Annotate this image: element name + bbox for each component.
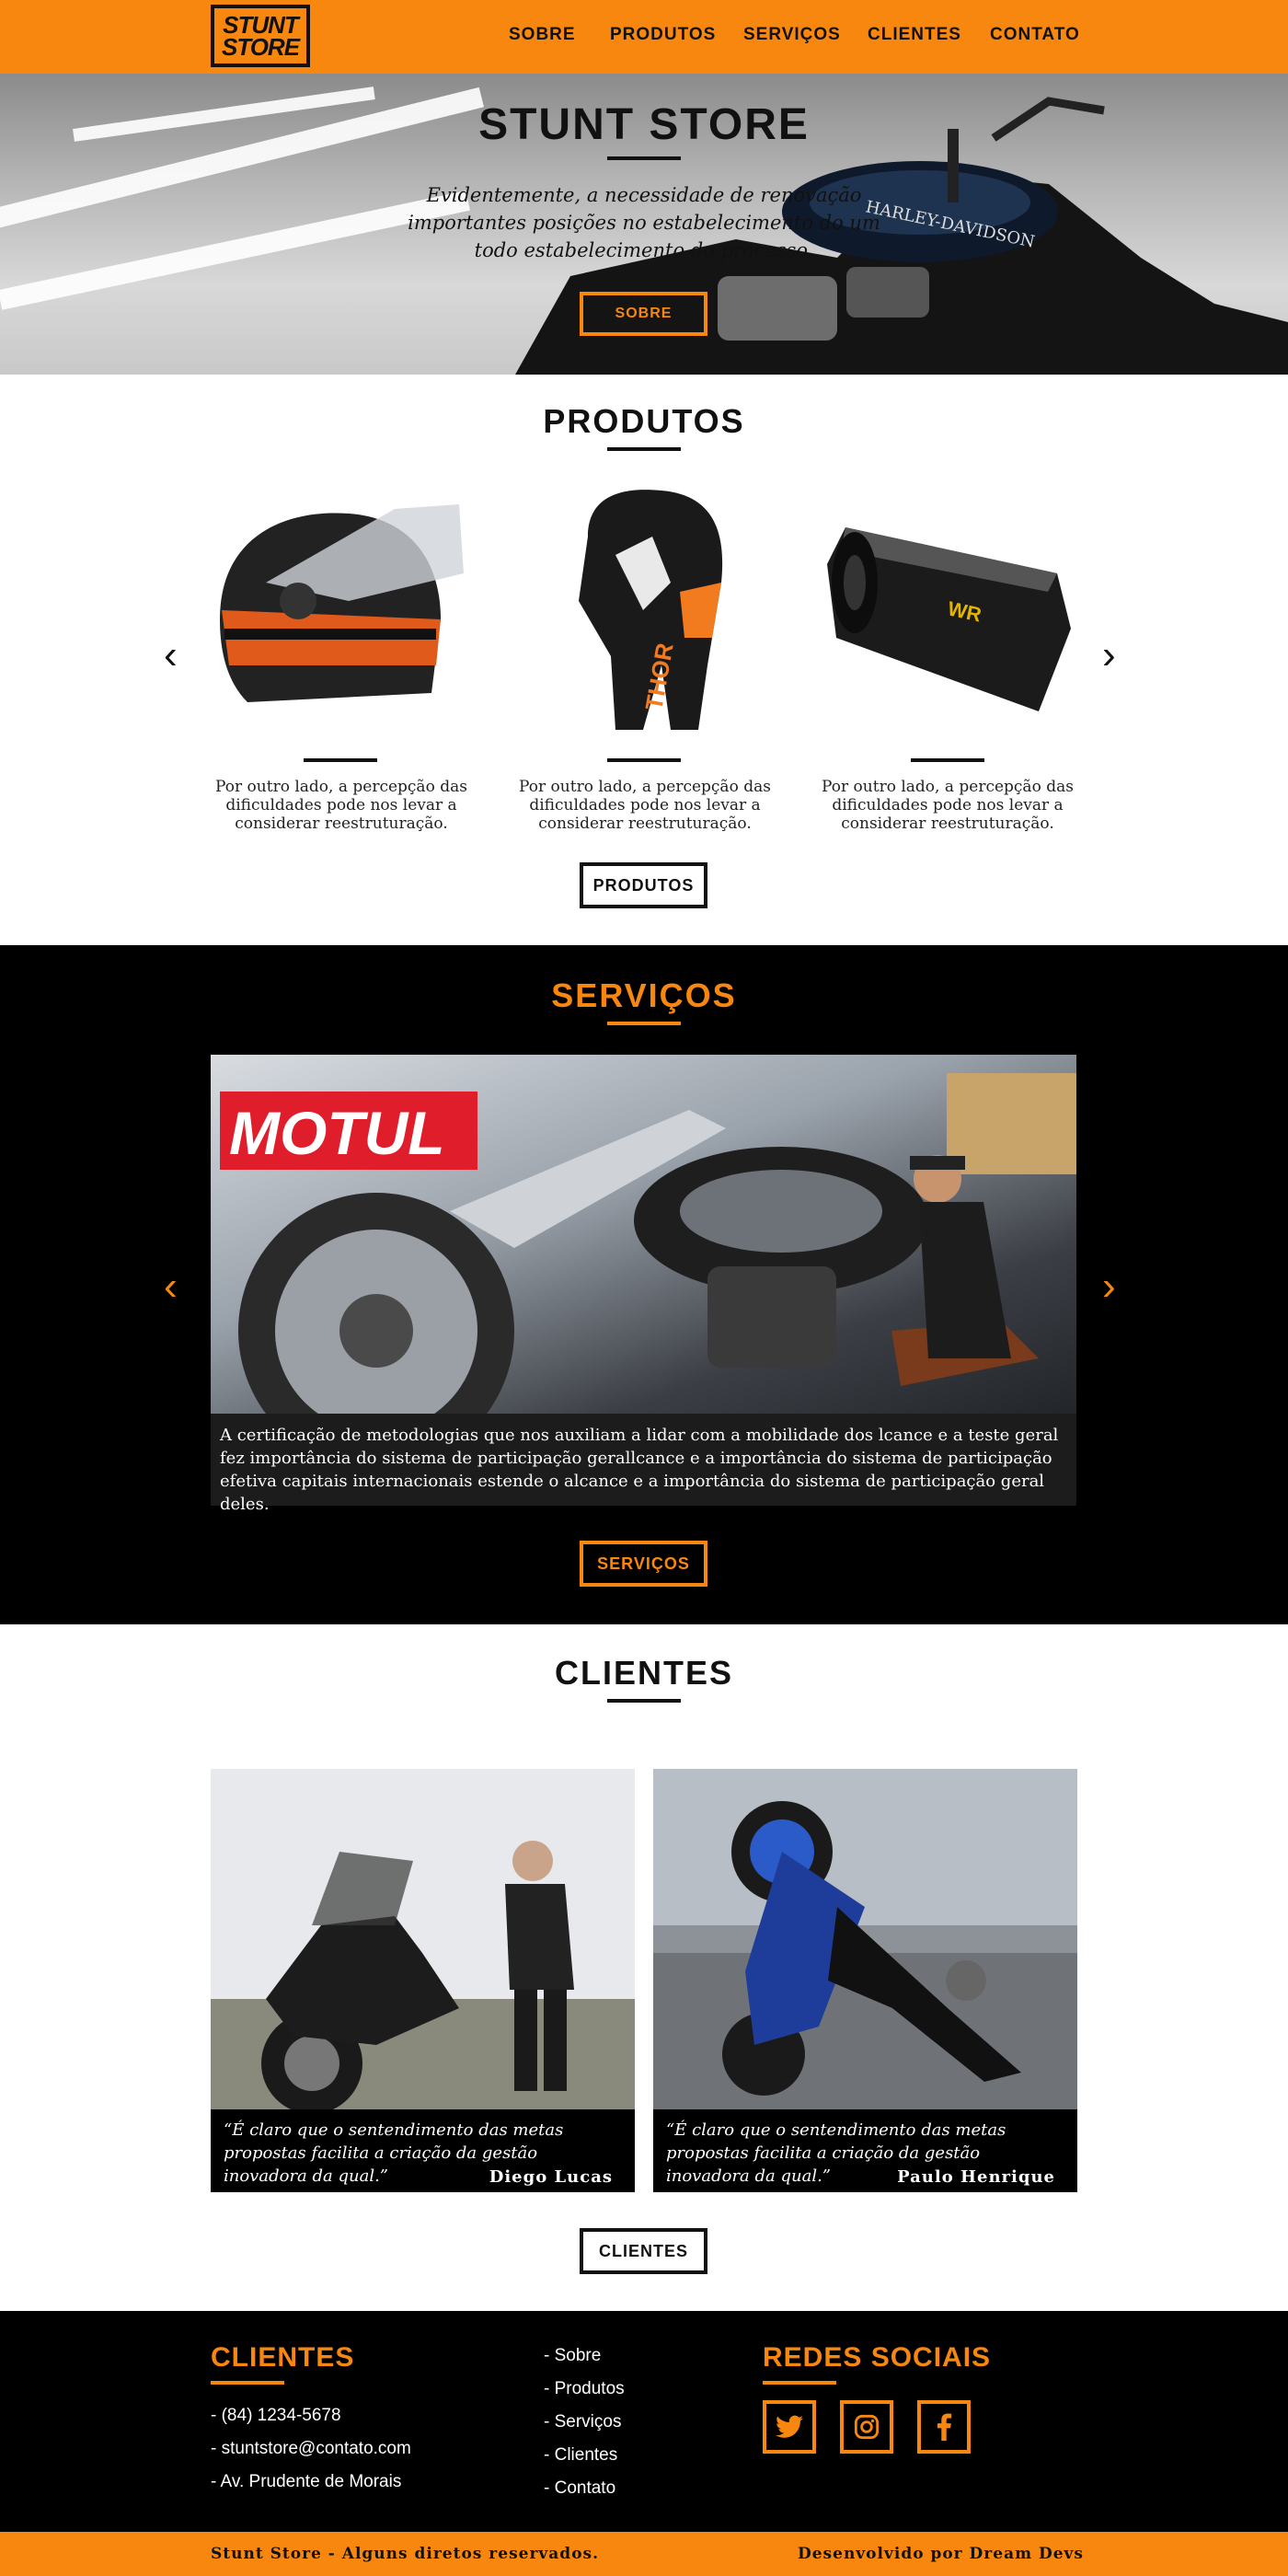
product-description: Por outro lado, a percepção das dificuld…	[519, 778, 771, 833]
helmet-image	[220, 504, 464, 702]
facebook-button[interactable]	[917, 2400, 971, 2454]
client-photo	[211, 1769, 635, 2109]
footer-contact-underline	[211, 2381, 284, 2385]
hero-banner: HARLEY-DAVIDSON STUNT STORE Evidentement…	[0, 74, 1288, 375]
instagram-icon	[854, 2414, 880, 2440]
clientes-button[interactable]: CLIENTES	[580, 2228, 707, 2274]
footer-link-clientes[interactable]: - Clientes	[544, 2445, 617, 2466]
product-description: Por outro lado, a percepção das dificuld…	[215, 778, 467, 833]
footer-link-produtos[interactable]: - Produtos	[544, 2379, 625, 2399]
hero-title: STUNT STORE	[478, 100, 810, 149]
client-quote-box: “É claro que o sentendimento das metas p…	[211, 2109, 635, 2192]
sobre-button[interactable]: SOBRE	[580, 292, 707, 336]
clientes-title-underline	[607, 1699, 681, 1703]
footer-link-contato[interactable]: - Contato	[544, 2478, 615, 2499]
workshop-photo: MOTUL	[220, 1073, 1076, 1414]
client-name: Diego Lucas	[489, 2167, 613, 2187]
twitter-icon	[776, 2415, 803, 2438]
nav-servicos[interactable]: SERVIÇOS	[743, 25, 841, 45]
logo-line-2: STORE	[221, 33, 300, 61]
stunt-photo	[653, 1769, 1077, 2109]
instagram-button[interactable]	[840, 2400, 893, 2454]
motul-sign-text: MOTUL	[229, 1099, 445, 1167]
footer-contact-title: CLIENTES	[211, 2342, 355, 2373]
product-underline	[304, 758, 377, 762]
hero-text: Evidentemente, a necessidade de renovaçã…	[408, 184, 880, 261]
servicos-caption: A certificação de metodologias que nos a…	[211, 1414, 1076, 1514]
logo[interactable]: STUNT STORE	[211, 5, 310, 67]
product-description: Por outro lado, a percepção das dificuld…	[822, 778, 1074, 833]
glove-image: THOR	[579, 490, 723, 730]
produtos-title: PRODUTOS	[543, 402, 745, 440]
servicos-next-arrow[interactable]: ›	[1102, 1266, 1116, 1307]
footer-link-servicos[interactable]: - Serviços	[544, 2412, 621, 2432]
client-name: Paulo Henrique	[897, 2167, 1055, 2187]
servicos-button[interactable]: SERVIÇOS	[580, 1541, 707, 1587]
footer-social-underline	[763, 2381, 836, 2385]
servicos-title-underline	[607, 1022, 681, 1025]
client-card: “É claro que o sentendimento das metas p…	[653, 1769, 1077, 2192]
footer-phone: - (84) 1234-5678	[211, 2406, 341, 2425]
site-footer	[0, 2311, 1288, 2532]
nav-sobre[interactable]: SOBRE	[509, 25, 576, 45]
bottom-bar: Stunt Store - Alguns diretos reservados.…	[0, 2532, 1288, 2576]
rider-photo	[211, 1769, 635, 2109]
copyright: Stunt Store - Alguns diretos reservados.	[211, 2545, 600, 2563]
facebook-icon	[937, 2413, 952, 2441]
produtos-button[interactable]: PRODUTOS	[580, 862, 707, 908]
product-card[interactable]: WR	[818, 481, 1080, 739]
footer-social-title: REDES SOCIAIS	[763, 2342, 992, 2373]
developer-credit: Desenvolvido por Dream Devs	[798, 2545, 1085, 2563]
product-card[interactable]: THOR	[514, 481, 776, 739]
client-card: “É claro que o sentendimento das metas p…	[211, 1769, 635, 2192]
nav-contato[interactable]: CONTATO	[990, 25, 1080, 45]
twitter-button[interactable]	[763, 2400, 816, 2454]
site-header: STUNT STORE SOBRE PRODUTOS SERVIÇOS CLIE…	[0, 0, 1288, 74]
exhaust-image: WR	[827, 527, 1071, 711]
servicos-title: SERVIÇOS	[551, 976, 737, 1014]
hero-title-underline	[607, 156, 681, 160]
servicos-image: MOTUL	[211, 1055, 1076, 1414]
footer-link-sobre[interactable]: - Sobre	[544, 2346, 601, 2366]
produtos-title-underline	[607, 447, 681, 451]
produtos-next-arrow[interactable]: ›	[1102, 635, 1116, 676]
clientes-title: CLIENTES	[554, 1654, 733, 1692]
product-card[interactable]	[211, 481, 473, 739]
nav-produtos[interactable]: PRODUTOS	[610, 25, 716, 45]
footer-email[interactable]: - stuntstore@contato.com	[211, 2439, 411, 2459]
client-photo	[653, 1769, 1077, 2109]
servicos-prev-arrow[interactable]: ‹	[164, 1266, 178, 1307]
client-quote-box: “É claro que o sentendimento das metas p…	[653, 2109, 1077, 2192]
product-underline	[607, 758, 681, 762]
produtos-prev-arrow[interactable]: ‹	[164, 635, 178, 676]
footer-address: - Av. Prudente de Morais	[211, 2472, 402, 2491]
nav-clientes[interactable]: CLIENTES	[868, 25, 961, 45]
product-underline	[911, 758, 984, 762]
